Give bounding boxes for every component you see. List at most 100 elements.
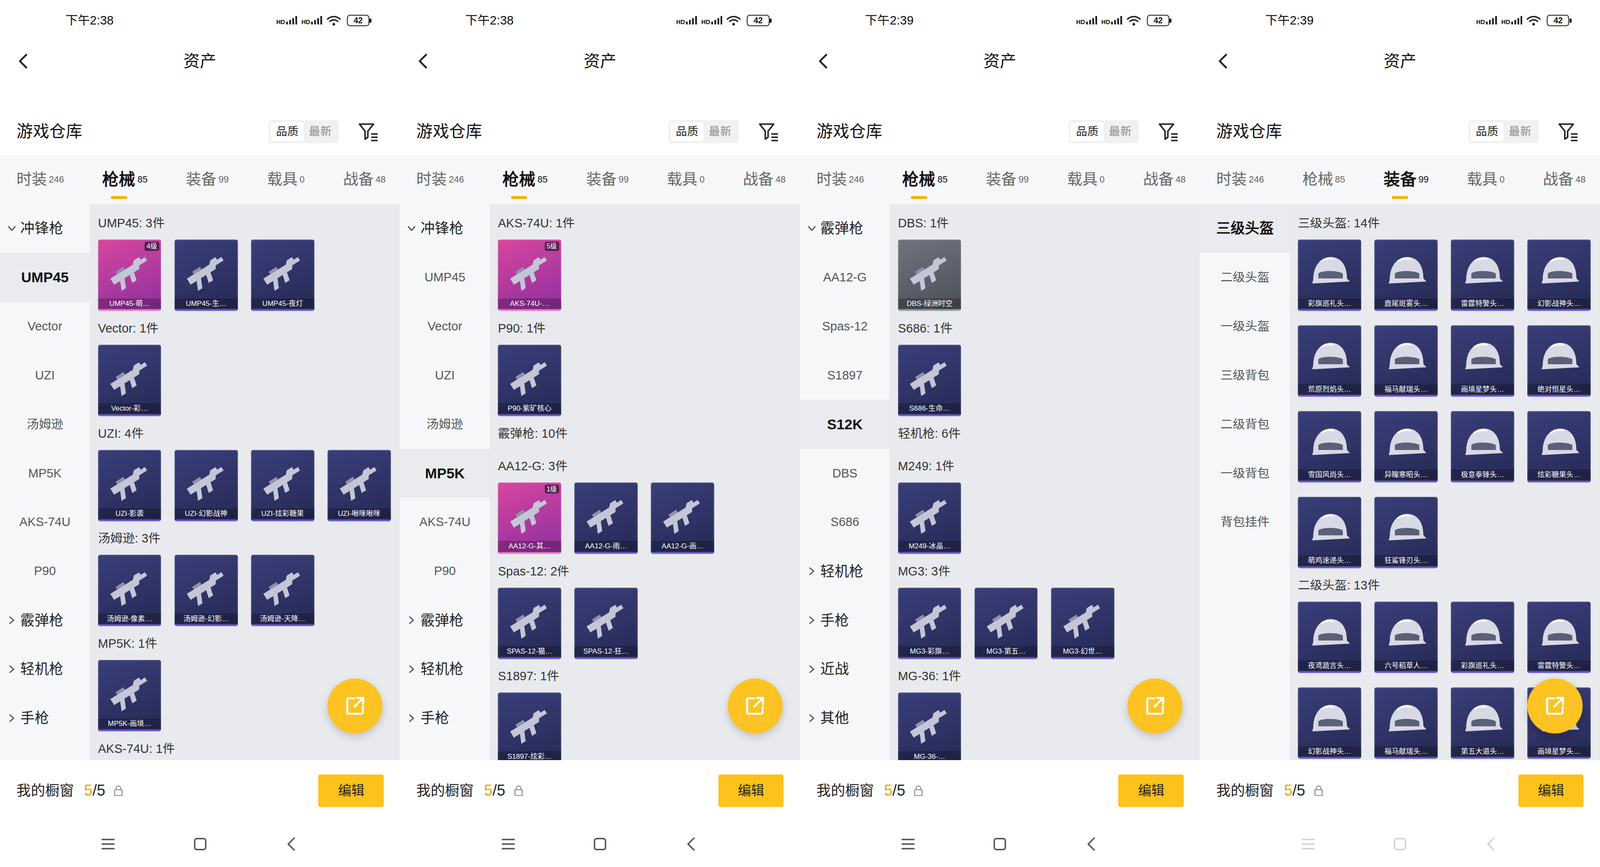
nav-button[interactable] <box>990 835 1009 854</box>
item-card[interactable]: P90-紫矿核心 <box>497 344 562 417</box>
filter-button[interactable] <box>738 120 780 143</box>
sidebar-item[interactable]: 霰弹枪 <box>800 204 890 254</box>
nav-button[interactable] <box>1482 835 1501 854</box>
item-card[interactable]: SPAS-12-猫… <box>497 587 562 660</box>
category-tab[interactable]: 战备48 <box>1143 168 1186 192</box>
item-card[interactable]: 狂鲨锋刃头… <box>1374 496 1438 569</box>
sidebar-item[interactable]: 轻机枪 <box>399 644 490 694</box>
item-card[interactable]: 汤姆逊-天降… <box>251 554 315 627</box>
category-tab[interactable]: 载具0 <box>1466 168 1505 192</box>
item-card[interactable]: 鹿尾斑雾头… <box>1374 239 1438 312</box>
sidebar-item[interactable]: AA12-G <box>800 253 890 303</box>
category-tab[interactable]: 枪械85 <box>902 167 948 192</box>
sidebar-item[interactable]: 手枪 <box>800 595 890 645</box>
nav-button[interactable] <box>1082 835 1101 854</box>
category-tab[interactable]: 枪械85 <box>102 167 148 192</box>
share-button[interactable] <box>327 678 383 734</box>
nav-button[interactable] <box>590 835 609 854</box>
item-card[interactable]: S686-生命… <box>898 344 962 417</box>
sort-option[interactable]: 品质 <box>1070 122 1104 142</box>
sidebar-item[interactable]: 一级头盔 <box>1199 302 1290 352</box>
nav-button[interactable] <box>191 835 210 854</box>
edit-button[interactable]: 编辑 <box>718 774 784 808</box>
sidebar-item[interactable]: 一级背包 <box>1199 448 1290 498</box>
item-card[interactable]: 雷霆特警头… <box>1527 601 1591 674</box>
sidebar-item[interactable]: S1897 <box>800 351 890 401</box>
category-tab[interactable]: 枪械85 <box>1302 168 1346 192</box>
item-card[interactable]: 炫彩糖果头… <box>1527 411 1591 483</box>
edit-button[interactable]: 编辑 <box>1118 774 1184 808</box>
sidebar-item[interactable]: 三级背包 <box>1199 351 1290 401</box>
item-card[interactable]: MG3-幻世… <box>1051 587 1115 660</box>
sidebar-item[interactable]: P90 <box>399 546 490 596</box>
item-card[interactable]: UMP45-生… <box>174 239 238 312</box>
sidebar-item[interactable]: Spas-12 <box>800 302 890 352</box>
sort-option[interactable]: 最新 <box>1503 122 1537 142</box>
sidebar-item[interactable]: 霰弹枪 <box>399 595 490 645</box>
sidebar-item[interactable]: 汤姆逊 <box>0 399 90 449</box>
back-button[interactable] <box>1199 51 1247 71</box>
item-card[interactable]: 彩旗巡礼头… <box>1450 601 1515 674</box>
item-card[interactable]: 六号稻草人… <box>1374 601 1438 674</box>
sidebar-item[interactable]: UMP45 <box>0 253 90 303</box>
category-tab[interactable]: 装备99 <box>185 168 229 192</box>
sidebar-item[interactable]: Vector <box>0 302 90 352</box>
sidebar-item[interactable]: 手枪 <box>0 693 90 743</box>
item-card[interactable]: SPAS-12-狂… <box>574 587 638 660</box>
sidebar-item[interactable]: S12K <box>800 399 890 449</box>
item-card[interactable]: 福马献瑞头… <box>1374 687 1438 760</box>
item-card[interactable]: UZI-影袭 <box>98 450 162 522</box>
sort-option[interactable]: 最新 <box>1103 122 1137 142</box>
item-card[interactable]: 萌鸡速递头… <box>1297 496 1362 569</box>
category-tab[interactable]: 枪械85 <box>502 167 548 192</box>
item-card[interactable]: 荒原烈焰头… <box>1297 325 1362 397</box>
sort-option[interactable]: 品质 <box>670 122 704 142</box>
item-card[interactable]: 福马献瑞头… <box>1374 325 1438 397</box>
category-tab[interactable]: 时装246 <box>816 168 865 192</box>
item-card[interactable]: 雷霆特警头… <box>1450 239 1515 312</box>
sidebar-item[interactable]: 其他 <box>800 693 890 743</box>
item-card[interactable]: 4级UMP45-萌… <box>98 239 162 312</box>
category-tab[interactable]: 时装246 <box>416 168 465 192</box>
item-card[interactable]: UZI-炫彩糖果 <box>251 450 315 522</box>
item-card[interactable]: AA12-G-雨… <box>574 482 638 555</box>
share-button[interactable] <box>1527 678 1583 734</box>
item-card[interactable]: UZI-幻影战神 <box>174 450 238 522</box>
item-card[interactable]: 极意拳锋头… <box>1450 411 1515 483</box>
nav-button[interactable] <box>682 835 701 854</box>
nav-button[interactable] <box>98 835 118 854</box>
filter-button[interactable] <box>338 120 380 143</box>
item-card[interactable]: 彩旗巡礼头… <box>1297 239 1362 312</box>
category-tab[interactable]: 载具0 <box>666 168 705 192</box>
back-button[interactable] <box>800 51 847 71</box>
item-card[interactable]: MG3-彩旗… <box>898 587 962 660</box>
item-card[interactable]: 汤姆逊-幻影… <box>174 554 238 627</box>
category-tab[interactable]: 装备99 <box>985 168 1029 192</box>
item-card[interactable]: UMP45-夜灯 <box>251 239 315 312</box>
sidebar-item[interactable]: 轻机枪 <box>800 546 890 596</box>
sidebar-item[interactable]: MP5K <box>0 448 90 498</box>
sidebar-item[interactable]: UZI <box>399 351 490 401</box>
category-tab[interactable]: 战备48 <box>742 168 786 192</box>
sidebar-item[interactable]: Vector <box>399 302 490 352</box>
back-button[interactable] <box>399 51 447 71</box>
sidebar-item[interactable]: 二级背包 <box>1199 399 1290 449</box>
sidebar-item[interactable]: P90 <box>0 546 90 596</box>
sidebar-item[interactable]: 手枪 <box>399 693 490 743</box>
item-card[interactable]: MP5K-画境… <box>98 660 162 732</box>
item-card[interactable]: 5级AKS-74U-… <box>497 239 562 312</box>
sidebar-item[interactable]: 二级头盔 <box>1199 253 1290 303</box>
sidebar-item[interactable]: 冲锋枪 <box>399 204 490 254</box>
nav-button[interactable] <box>898 835 918 854</box>
sidebar-item[interactable]: UMP45 <box>399 253 490 303</box>
sidebar-item[interactable]: S686 <box>800 497 890 547</box>
item-card[interactable]: UZI-啾咪啾咪 <box>327 450 391 522</box>
item-card[interactable]: 绝对恒星头… <box>1527 325 1591 397</box>
item-card[interactable]: MG-36-… <box>898 692 962 761</box>
sort-option[interactable]: 品质 <box>1470 122 1504 142</box>
item-card[interactable]: DBS-绿洲时空 <box>898 239 962 312</box>
item-card[interactable]: 夜鸢蔬言头… <box>1297 601 1362 674</box>
sidebar-item[interactable]: DBS <box>800 448 890 498</box>
nav-button[interactable] <box>499 835 518 854</box>
nav-button[interactable] <box>1390 835 1409 854</box>
